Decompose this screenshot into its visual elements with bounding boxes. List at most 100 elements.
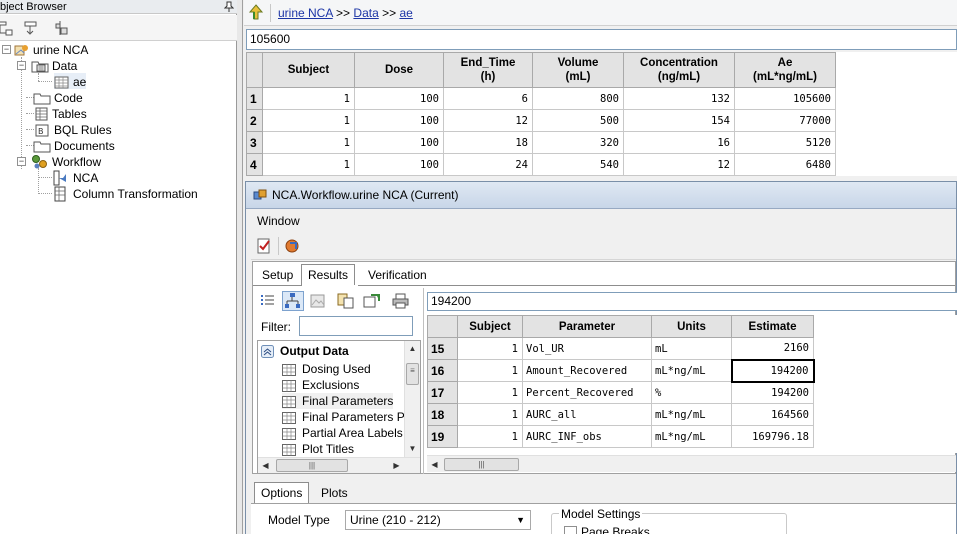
table-cell[interactable]: Amount_Recovered <box>522 359 652 382</box>
corner-cell[interactable] <box>246 52 263 88</box>
output-item-final-parameters-pivot[interactable]: Final Parameters Pivot <box>282 409 420 425</box>
table-cell[interactable]: AURC_all <box>522 403 652 426</box>
table-cell[interactable]: 540 <box>532 153 624 176</box>
tab-verification[interactable]: Verification <box>361 264 434 286</box>
output-item-partial-area-labels[interactable]: Partial Area Labels <box>282 425 403 441</box>
tree-item-code[interactable]: Code <box>33 89 83 105</box>
tab-options[interactable]: Options <box>254 482 310 505</box>
output-item-dosing-used[interactable]: Dosing Used <box>282 361 371 377</box>
expand-tree-icon[interactable] <box>22 19 40 37</box>
table-cell[interactable]: 12 <box>443 109 533 132</box>
table-cell[interactable]: 105600 <box>734 87 836 110</box>
tab-results[interactable]: Results <box>301 264 356 286</box>
tree-item-data[interactable]: Data <box>31 57 77 73</box>
column-header[interactable]: Units <box>651 315 732 338</box>
scroll-down-icon[interactable]: ▼ <box>405 441 420 456</box>
table-cell[interactable]: 2160 <box>731 337 814 360</box>
output-item-final-parameters[interactable]: Final Parameters <box>282 393 394 409</box>
table-row[interactable]: 3 1 100 18 320 16 5120 <box>246 131 836 154</box>
table-cell[interactable]: Percent_Recovered <box>522 381 652 404</box>
table-cell[interactable]: 100 <box>354 131 444 154</box>
row-header[interactable]: 17 <box>427 381 458 404</box>
tree-item-tables[interactable]: Tables <box>35 105 87 121</box>
up-arrow-icon[interactable] <box>247 3 265 21</box>
column-header[interactable]: Parameter <box>522 315 652 338</box>
scroll-up-icon[interactable]: ▲ <box>405 341 420 356</box>
table-cell[interactable]: mL <box>651 337 732 360</box>
output-item-exclusions[interactable]: Exclusions <box>282 377 359 393</box>
table-cell[interactable]: 1 <box>457 381 523 404</box>
tree-item-urine-nca[interactable]: urine NCA <box>14 41 88 57</box>
row-header[interactable]: 18 <box>427 403 458 426</box>
results-horizontal-scrollbar[interactable]: ◀ ||| <box>427 455 956 472</box>
tree-item-documents[interactable]: Documents <box>33 137 115 153</box>
table-row[interactable]: 4 1 100 24 540 12 6480 <box>246 153 836 176</box>
collapse-tree-icon[interactable] <box>0 19 14 37</box>
panel-splitter[interactable] <box>237 0 243 534</box>
collapse-toggle-icon[interactable]: − <box>2 45 11 54</box>
collapse-toggle-icon[interactable]: − <box>17 61 26 70</box>
table-cell[interactable]: Vol_UR <box>522 337 652 360</box>
table-cell[interactable]: 1 <box>262 109 355 132</box>
column-header[interactable]: Dose <box>354 52 444 88</box>
cell-value-input[interactable]: 105600 <box>246 29 957 50</box>
pin-icon[interactable] <box>224 1 234 12</box>
corner-cell[interactable] <box>427 315 458 338</box>
row-header[interactable]: 3 <box>246 131 263 154</box>
filter-input[interactable] <box>299 316 413 336</box>
table-row[interactable]: 15 1 Vol_UR mL 2160 <box>427 337 814 360</box>
table-cell[interactable]: 1 <box>262 153 355 176</box>
column-header[interactable]: Subject <box>457 315 523 338</box>
row-header[interactable]: 2 <box>246 109 263 132</box>
table-row[interactable]: 2 1 100 12 500 154 77000 <box>246 109 836 132</box>
table-row[interactable]: 17 1 Percent_Recovered% 194200 <box>427 381 814 404</box>
collapse-toggle-icon[interactable]: − <box>17 157 26 166</box>
scroll-thumb[interactable]: ≡ <box>406 363 419 385</box>
breadcrumb-link-urine-nca[interactable]: urine NCA <box>278 6 333 20</box>
table-cell[interactable]: 132 <box>623 87 735 110</box>
tree-view-icon[interactable] <box>282 291 304 311</box>
tab-setup[interactable]: Setup <box>255 264 300 286</box>
row-header[interactable]: 15 <box>427 337 458 360</box>
table-cell[interactable]: 164560 <box>731 403 814 426</box>
image-view-icon[interactable] <box>307 291 329 311</box>
properties-tree-icon[interactable] <box>52 19 70 37</box>
table-cell[interactable]: 194200 <box>730 358 815 383</box>
model-type-select[interactable]: Urine (210 - 212) ▼ <box>345 510 531 530</box>
scroll-left-icon[interactable]: ◀ <box>427 457 442 472</box>
tree-item-nca[interactable]: NCA <box>52 169 98 186</box>
table-cell[interactable]: 16 <box>623 131 735 154</box>
tree-item-bql-rules[interactable]: B BQL Rules <box>35 121 112 137</box>
table-row[interactable]: 1 1 100 6 800 132 105600 <box>246 87 836 110</box>
table-cell[interactable]: 1 <box>262 87 355 110</box>
column-header[interactable]: Subject <box>262 52 355 88</box>
menu-window[interactable]: Window <box>257 214 300 228</box>
output-list-vertical-scrollbar[interactable]: ▲ ≡ ▼ <box>404 341 420 457</box>
table-cell[interactable]: 24 <box>443 153 533 176</box>
copy-to-project-icon[interactable] <box>335 291 357 311</box>
tab-plots[interactable]: Plots <box>314 482 355 504</box>
table-row[interactable]: 18 1 AURC_all mL*ng/mL 164560 <box>427 403 814 426</box>
table-cell[interactable]: 6 <box>443 87 533 110</box>
table-cell[interactable]: mL*ng/mL <box>651 359 732 382</box>
table-cell[interactable]: 154 <box>623 109 735 132</box>
tree-item-ae[interactable]: ae <box>54 73 87 89</box>
scroll-thumb[interactable]: ||| <box>276 459 348 472</box>
table-cell[interactable]: 320 <box>532 131 624 154</box>
tree-item-column-transformation[interactable]: Column Transformation <box>52 185 198 202</box>
table-cell[interactable]: 77000 <box>734 109 836 132</box>
output-item-plot-titles[interactable]: Plot Titles <box>282 441 354 457</box>
table-row[interactable]: 19 1 AURC_INF_obs mL*ng/mL 169796.18 <box>427 425 814 448</box>
nca-window-title-bar[interactable]: NCA.Workflow.urine NCA (Current) <box>246 182 956 209</box>
table-cell[interactable]: mL*ng/mL <box>651 425 732 448</box>
table-row[interactable]: 16 1 Amount_Recovered mL*ng/mL 194200 <box>427 358 815 383</box>
table-cell[interactable]: 1 <box>457 403 523 426</box>
page-breaks-option[interactable]: Page Breaks <box>564 525 650 534</box>
map-icon[interactable] <box>284 237 302 255</box>
export-icon[interactable] <box>361 291 383 311</box>
execute-icon[interactable] <box>255 237 273 255</box>
scroll-thumb[interactable]: ||| <box>444 458 519 471</box>
table-cell[interactable]: 1 <box>457 337 523 360</box>
table-cell[interactable]: 5120 <box>734 131 836 154</box>
table-cell[interactable]: 6480 <box>734 153 836 176</box>
